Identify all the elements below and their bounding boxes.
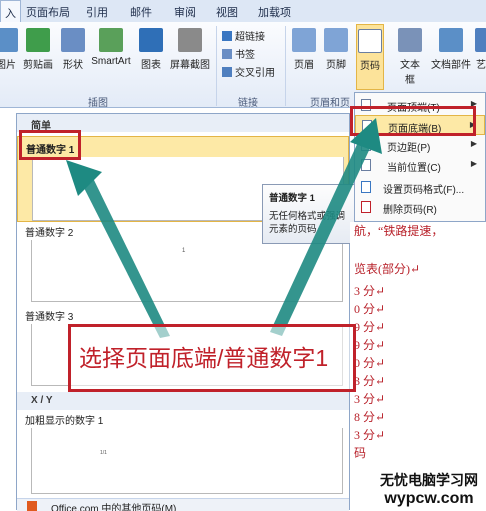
arrow-to-gallery-item: [66, 160, 170, 338]
instruction-callout: 选择页面底端/普通数字1: [68, 324, 356, 392]
annotation-arrows: [66, 118, 382, 338]
arrow-to-menu-item: [270, 118, 382, 336]
site-watermark: 无忧电脑学习网 wypcw.com: [380, 472, 478, 507]
